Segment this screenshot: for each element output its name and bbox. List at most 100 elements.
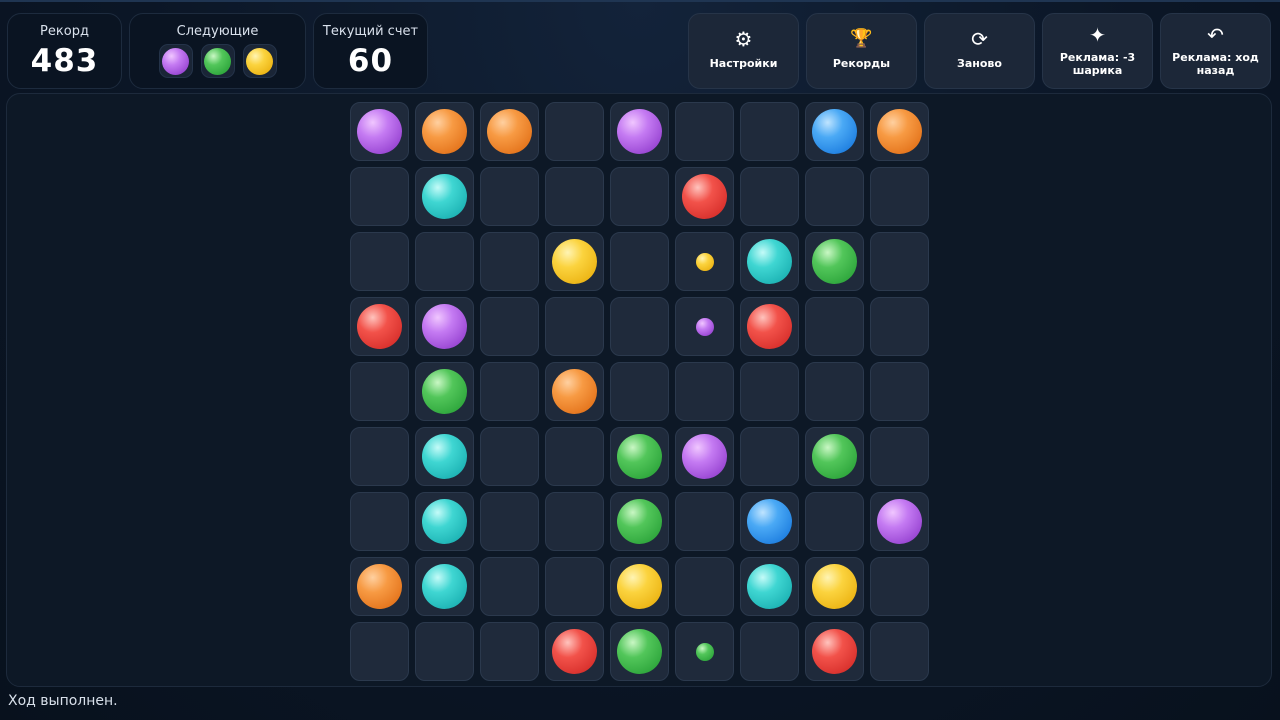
ball-green[interactable] [422,369,467,414]
ball-orange[interactable] [487,109,532,154]
board-cell[interactable] [805,492,864,551]
ball-yellow[interactable] [812,564,857,609]
ball-orange[interactable] [357,564,402,609]
board-cell[interactable] [350,557,409,616]
board-cell[interactable] [480,297,539,356]
board-cell[interactable] [545,167,604,226]
board-cell[interactable] [675,362,734,421]
ball-red[interactable] [682,174,727,219]
board-cell[interactable] [805,102,864,161]
ad-undo-button[interactable]: ↶ Реклама: ход назад [1160,13,1271,89]
board-cell[interactable] [610,102,669,161]
board-cell[interactable] [610,622,669,681]
ball-red[interactable] [812,629,857,674]
board-cell[interactable] [480,492,539,551]
ball-yellow[interactable] [552,239,597,284]
board-cell[interactable] [480,622,539,681]
board-cell[interactable] [805,167,864,226]
board-cell[interactable] [350,167,409,226]
board-cell[interactable] [545,232,604,291]
board-cell[interactable] [415,557,474,616]
board-cell[interactable] [675,167,734,226]
board-cell[interactable] [805,362,864,421]
board-cell[interactable] [870,557,929,616]
ball-orange[interactable] [552,369,597,414]
board-cell[interactable] [350,232,409,291]
board-cell[interactable] [480,232,539,291]
board-cell[interactable] [415,492,474,551]
board-cell[interactable] [350,102,409,161]
ball-purple[interactable] [682,434,727,479]
ball-cyan[interactable] [422,174,467,219]
board-cell[interactable] [870,492,929,551]
board-cell[interactable] [805,557,864,616]
board-cell[interactable] [675,492,734,551]
board-cell[interactable] [870,427,929,486]
ball-purple[interactable] [357,109,402,154]
ball-purple[interactable] [877,499,922,544]
ball-red[interactable] [747,304,792,349]
board-cell[interactable] [805,427,864,486]
board-cell[interactable] [740,557,799,616]
ad-remove-balls-button[interactable]: ✦ Реклама: -3 шарика [1042,13,1153,89]
ball-cyan[interactable] [747,564,792,609]
board-cell[interactable] [675,232,734,291]
ball-cyan[interactable] [747,239,792,284]
ball-purple[interactable] [617,109,662,154]
board-cell[interactable] [415,362,474,421]
board-cell[interactable] [675,557,734,616]
board-cell[interactable] [415,297,474,356]
board-cell[interactable] [415,102,474,161]
board-cell[interactable] [870,622,929,681]
restart-button[interactable]: ⟳ Заново [924,13,1035,89]
board-cell[interactable] [610,297,669,356]
board-cell[interactable] [675,102,734,161]
board-cell[interactable] [610,167,669,226]
board-cell[interactable] [805,297,864,356]
board-cell[interactable] [545,102,604,161]
ball-cyan[interactable] [422,564,467,609]
board-cell[interactable] [415,232,474,291]
board-cell[interactable] [480,167,539,226]
board-cell[interactable] [610,492,669,551]
ball-yellow[interactable] [617,564,662,609]
board-cell[interactable] [480,362,539,421]
board-cell[interactable] [740,362,799,421]
records-button[interactable]: 🏆 Рекорды [806,13,917,89]
board-cell[interactable] [610,557,669,616]
board-cell[interactable] [870,232,929,291]
ball-red[interactable] [552,629,597,674]
ball-cyan[interactable] [422,434,467,479]
board-cell[interactable] [740,232,799,291]
board-cell[interactable] [480,557,539,616]
board-cell[interactable] [415,167,474,226]
board-cell[interactable] [740,492,799,551]
ball-green[interactable] [617,629,662,674]
settings-button[interactable]: ⚙ Настройки [688,13,799,89]
board-cell[interactable] [480,102,539,161]
ball-green[interactable] [812,239,857,284]
board-cell[interactable] [740,622,799,681]
board-cell[interactable] [545,297,604,356]
board-cell[interactable] [870,362,929,421]
board-cell[interactable] [740,427,799,486]
ball-red[interactable] [357,304,402,349]
board-cell[interactable] [740,297,799,356]
board-cell[interactable] [805,622,864,681]
board-cell[interactable] [610,427,669,486]
ball-orange[interactable] [422,109,467,154]
ball-green[interactable] [617,434,662,479]
board-cell[interactable] [740,102,799,161]
board-cell[interactable] [350,362,409,421]
board-cell[interactable] [415,622,474,681]
board-cell[interactable] [805,232,864,291]
board-cell[interactable] [350,427,409,486]
ball-orange[interactable] [877,109,922,154]
ball-cyan[interactable] [422,499,467,544]
board-cell[interactable] [545,557,604,616]
board-cell[interactable] [610,362,669,421]
board-cell[interactable] [350,297,409,356]
board-cell[interactable] [350,622,409,681]
board-cell[interactable] [675,427,734,486]
board-cell[interactable] [740,167,799,226]
